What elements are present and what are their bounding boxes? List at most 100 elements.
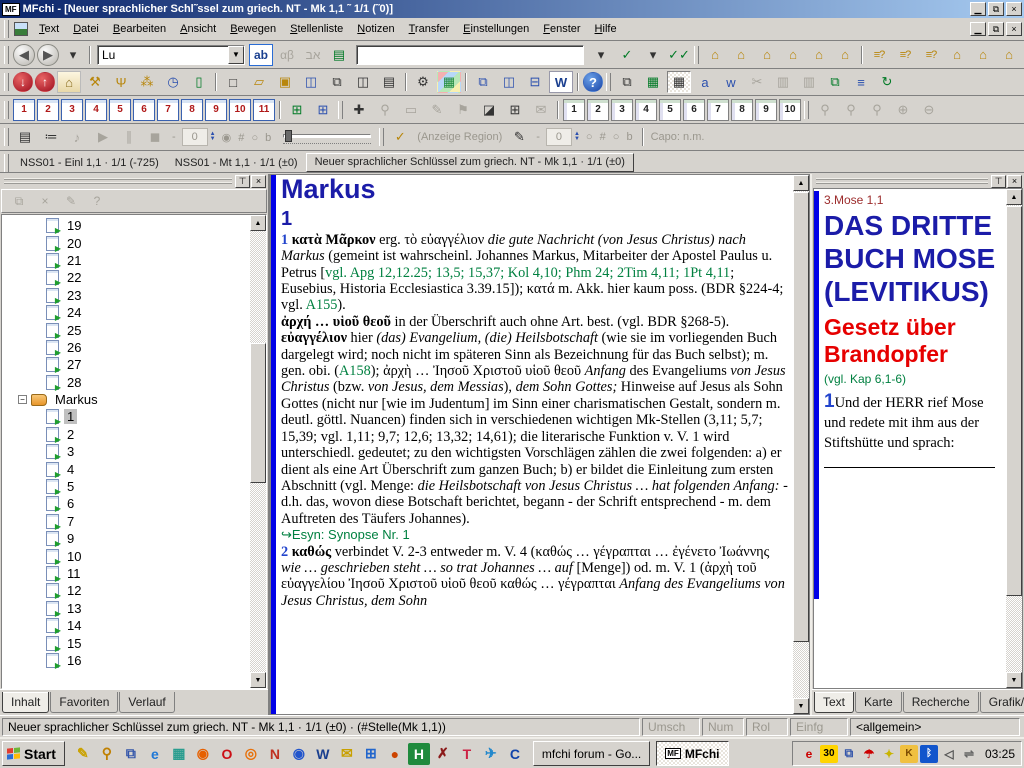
window-preset-6-button[interactable]: 6: [133, 99, 155, 121]
tab-karte[interactable]: Karte: [855, 692, 902, 713]
tree-item-10[interactable]: 10: [2, 547, 250, 564]
zoom-out-button[interactable]: ⊖: [917, 99, 941, 121]
zoom-pan-button[interactable]: ⚲: [813, 99, 837, 121]
bible-panel-grabber[interactable]: ⊤ ×: [812, 174, 1024, 188]
messenger-icon[interactable]: ⊞: [360, 743, 382, 765]
table-preset-2-button[interactable]: 2: [587, 99, 609, 121]
transpose-accidental-radios[interactable]: ◉ # ○ b: [222, 131, 274, 144]
go-all-dropdown-button[interactable]: ▾: [641, 44, 665, 66]
tempo-slider[interactable]: [283, 130, 371, 144]
contents-panel-grabber[interactable]: ⊤ ×: [0, 174, 268, 188]
tree-item-27[interactable]: 27: [2, 356, 250, 373]
ebay-tray-icon[interactable]: e: [800, 745, 818, 763]
pin-icon[interactable]: ⊤: [991, 175, 1006, 188]
document-tab-2[interactable]: NSS01 - Mt 1,1 · 1/1 (±0): [167, 155, 306, 172]
scroll-up-button[interactable]: ▲: [1006, 189, 1022, 205]
table-preset-10-button[interactable]: 10: [779, 99, 801, 121]
new-document-button[interactable]: □: [221, 71, 245, 93]
window-preset-2-button[interactable]: 2: [37, 99, 59, 121]
table-preset-7-button[interactable]: 7: [707, 99, 729, 121]
forward-button[interactable]: ▶: [37, 44, 59, 66]
delete-icon[interactable]: ×: [33, 190, 57, 212]
toolbar-grip[interactable]: [4, 46, 9, 64]
toolbar-grip[interactable]: [4, 128, 9, 146]
settings-wrench-button[interactable]: ⚙: [411, 71, 435, 93]
tree-item-26[interactable]: 26: [2, 339, 250, 356]
help-button[interactable]: ?: [583, 72, 603, 92]
menu-bewegen[interactable]: Bewegen: [223, 20, 283, 38]
tree-item-6[interactable]: 6: [2, 495, 250, 512]
tree-item-23[interactable]: 23: [2, 287, 250, 304]
search-list-button-2[interactable]: ≡?: [893, 44, 917, 66]
notes-doc-button[interactable]: ▤: [13, 126, 37, 148]
table-preset-3-button[interactable]: 3: [611, 99, 633, 121]
selection-marquee-button[interactable]: ▭: [399, 99, 423, 121]
child-window-icon[interactable]: [14, 22, 28, 36]
play-button[interactable]: ▶: [91, 126, 115, 148]
table-preset-1-button[interactable]: 1: [563, 99, 585, 121]
internet-explorer-icon[interactable]: e: [144, 743, 166, 765]
module-select[interactable]: Lu▼: [97, 45, 245, 65]
save-copy-button[interactable]: ⧉: [325, 71, 349, 93]
search-list-button-3[interactable]: ≡?: [919, 44, 943, 66]
scroll-down-button[interactable]: ▼: [250, 672, 266, 688]
dvd-app-icon[interactable]: ●: [384, 743, 406, 765]
scroll-thumb[interactable]: [1006, 206, 1022, 596]
window-preset-10-button[interactable]: 10: [229, 99, 251, 121]
window-tile-vertical-button[interactable]: ◫: [497, 71, 521, 93]
tabbar-grip[interactable]: [4, 154, 9, 172]
tab-text[interactable]: Text: [814, 692, 854, 713]
exit-door-icon[interactable]: ▯: [187, 71, 211, 93]
tree-item-13[interactable]: 13: [2, 600, 250, 617]
flag-button[interactable]: ⚑: [451, 99, 475, 121]
capo-spinner-buttons[interactable]: ▲▼: [574, 132, 580, 142]
clock-app-icon[interactable]: C: [504, 743, 526, 765]
copy-formatted-button[interactable]: ⧉: [823, 71, 847, 93]
tree-item-15[interactable]: 15: [2, 634, 250, 651]
go-button[interactable]: ✓: [615, 44, 639, 66]
save-all-button[interactable]: ◫: [351, 71, 375, 93]
scroll-thumb[interactable]: [250, 343, 266, 483]
table-export-button[interactable]: ▦: [667, 71, 691, 93]
home-button-3[interactable]: ⌂: [755, 44, 779, 66]
tab-favoriten[interactable]: Favoriten: [50, 692, 118, 713]
start-page-button[interactable]: ⌂: [57, 71, 81, 93]
toolbar-grip[interactable]: [606, 73, 611, 91]
close-button[interactable]: ×: [1006, 2, 1022, 16]
chord-display-button[interactable]: ✓: [388, 126, 412, 148]
tree-item-22[interactable]: 22: [2, 269, 250, 286]
menu-transfer[interactable]: Transfer: [402, 20, 457, 38]
pin-icon[interactable]: ⊤: [235, 175, 250, 188]
chevron-down-icon[interactable]: ▼: [228, 46, 244, 64]
menu-stellenliste[interactable]: Stellenliste: [283, 20, 350, 38]
menu-einstellungen[interactable]: Einstellungen: [456, 20, 536, 38]
tree-item-11[interactable]: 11: [2, 565, 250, 582]
start-button[interactable]: Start: [2, 741, 65, 766]
zoom-width-button[interactable]: ⚲: [839, 99, 863, 121]
tree-item-4[interactable]: 4: [2, 460, 250, 477]
toolbar-grip[interactable]: [379, 128, 384, 146]
transpose-spinner[interactable]: 0▲▼: [182, 128, 216, 146]
menu-ansicht[interactable]: Ansicht: [173, 20, 223, 38]
tree-item-9[interactable]: 9: [2, 530, 250, 547]
greek-text-button[interactable]: αβ: [275, 44, 299, 66]
cut-button[interactable]: ✂: [745, 71, 769, 93]
network-tray-icon[interactable]: ⧉: [840, 745, 858, 763]
home-button-7[interactable]: ⌂: [945, 44, 969, 66]
midi-note-button[interactable]: ♪: [65, 126, 89, 148]
home-button-5[interactable]: ⌂: [807, 44, 831, 66]
help-icon[interactable]: ?: [85, 190, 109, 212]
child-close-button[interactable]: ×: [1006, 22, 1022, 36]
menu-notizen[interactable]: Notizen: [350, 20, 401, 38]
antivirus-umbrella-icon[interactable]: ☂: [860, 745, 878, 763]
minimize-button[interactable]: ▁: [970, 2, 986, 16]
window-preset-5-button[interactable]: 5: [109, 99, 131, 121]
home-button-4[interactable]: ⌂: [781, 44, 805, 66]
tree-item-21[interactable]: 21: [2, 252, 250, 269]
capo-spinner[interactable]: 0▲▼: [546, 128, 580, 146]
tree-item-3[interactable]: 3: [2, 443, 250, 460]
window-preset-3-button[interactable]: 3: [61, 99, 83, 121]
toolbar-grip[interactable]: [4, 101, 9, 119]
bible-scrollbar[interactable]: ▲ ▼: [1006, 189, 1022, 688]
open-folder-button[interactable]: ▣: [273, 71, 297, 93]
